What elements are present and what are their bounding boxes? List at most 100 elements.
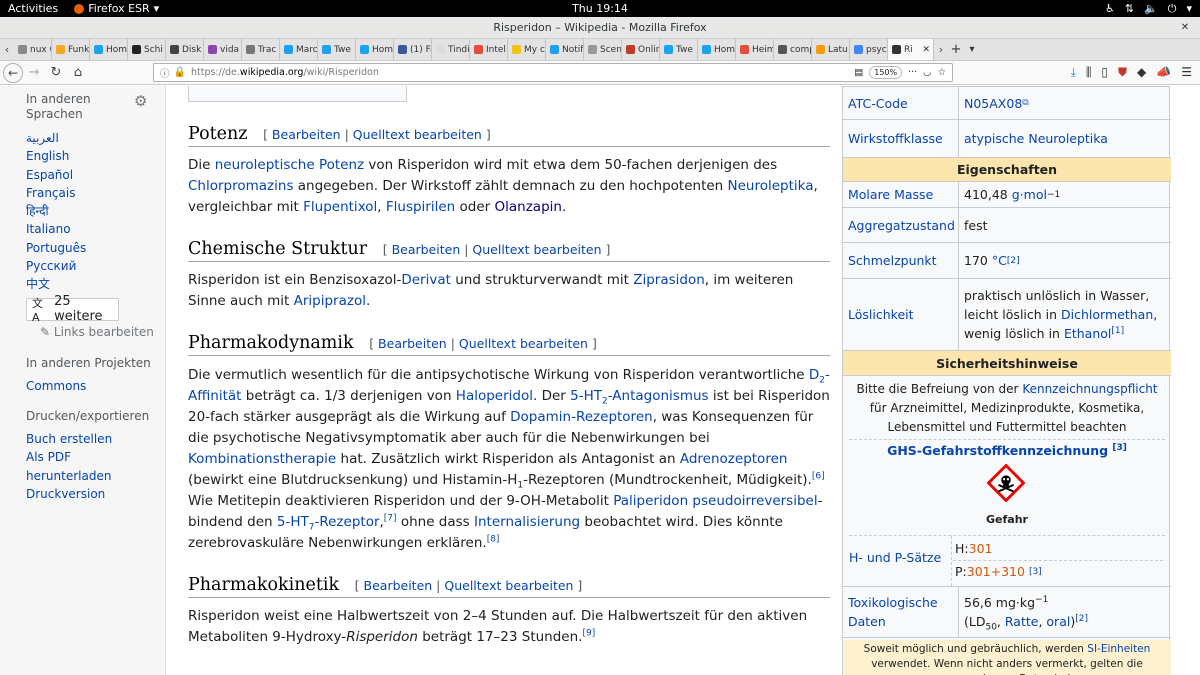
link[interactable]: neuroleptische Potenz bbox=[215, 157, 364, 173]
adblock-icon[interactable]: ⛊ bbox=[1118, 65, 1127, 80]
molar-label-link[interactable]: Molare Masse bbox=[848, 187, 933, 202]
forward-button[interactable]: → bbox=[23, 62, 45, 84]
reference-link[interactable]: [3] bbox=[1112, 443, 1127, 453]
chevron-down-icon[interactable]: ▾ bbox=[1186, 2, 1192, 16]
edit-links-link[interactable]: ✎ Links bearbeiten bbox=[40, 325, 165, 339]
link[interactable]: Dopamin-Rezeptoren bbox=[510, 409, 653, 425]
ghs-title-link[interactable]: GHS-Gefahrstoffkennzeichnung bbox=[887, 443, 1108, 458]
link[interactable]: Ratte bbox=[1005, 614, 1039, 629]
link[interactable]: Dichlormethan bbox=[1061, 307, 1153, 322]
tab-scroll-right-icon[interactable]: › bbox=[934, 39, 948, 60]
link[interactable]: Internalisierung bbox=[474, 514, 580, 530]
link[interactable]: Fluspirilen bbox=[386, 199, 455, 215]
unit-link[interactable]: g·mol bbox=[1012, 185, 1047, 204]
reference-link[interactable]: [3] bbox=[1029, 567, 1042, 577]
link[interactable]: Kennzeichnungspflicht bbox=[1022, 382, 1157, 396]
browser-tab[interactable]: comp bbox=[774, 39, 812, 60]
reference-link[interactable]: [7] bbox=[384, 514, 397, 524]
browser-tab[interactable]: Notif bbox=[546, 39, 584, 60]
more-languages-button[interactable]: 文A 25 weitere bbox=[26, 294, 119, 324]
tab-scroll-left-icon[interactable]: ‹ bbox=[0, 39, 14, 60]
language-item[interactable]: Italiano bbox=[26, 220, 165, 238]
print-item[interactable]: Als PDF herunterladen bbox=[26, 448, 126, 485]
hp-label-link[interactable]: H- und P-Sätze bbox=[849, 550, 941, 565]
print-item[interactable]: Druckversion bbox=[26, 485, 126, 503]
state-label-link[interactable]: Aggregatzustand bbox=[848, 218, 955, 233]
reference-link[interactable]: [2] bbox=[1075, 614, 1088, 624]
link[interactable]: 5-HT2-Antagonismus bbox=[570, 388, 708, 406]
browser-tab[interactable]: Disk bbox=[166, 39, 204, 60]
bookmark-star-icon[interactable]: ☆ bbox=[937, 67, 946, 78]
link[interactable]: Kombinationstherapie bbox=[188, 451, 336, 467]
activities-button[interactable]: Activities bbox=[8, 2, 58, 15]
p-statement-link[interactable]: 301+310 bbox=[967, 564, 1025, 579]
klasse-label-link[interactable]: Wirkstoffklasse bbox=[848, 131, 943, 146]
reference-link[interactable]: [2] bbox=[1007, 256, 1020, 266]
system-tray[interactable]: ♿ ⇅ 🔈 ⏻ ▾ bbox=[1105, 2, 1192, 16]
skull-crossbones-icon[interactable] bbox=[987, 464, 1025, 502]
print-item-link[interactable]: Druckversion bbox=[26, 487, 105, 501]
atc-value-link[interactable]: N05AX08 bbox=[964, 94, 1022, 113]
sol-label-link[interactable]: Löslichkeit bbox=[848, 307, 914, 322]
language-item-link[interactable]: 中文 bbox=[26, 277, 50, 291]
h-statement-link[interactable]: 301 bbox=[969, 541, 993, 556]
list-all-tabs-icon[interactable]: ▾ bbox=[964, 39, 980, 60]
tox-label-link[interactable]: Toxikologische Daten bbox=[848, 593, 958, 631]
language-item[interactable]: العربية bbox=[26, 129, 165, 147]
accessibility-icon[interactable]: ♿ bbox=[1105, 2, 1115, 16]
language-item[interactable]: हिन्दी bbox=[26, 202, 165, 220]
language-item[interactable]: Français bbox=[26, 184, 165, 202]
browser-tab[interactable]: Ri ✕ bbox=[888, 39, 934, 60]
reference-link[interactable]: [8] bbox=[487, 535, 500, 545]
link[interactable]: Olanzapin bbox=[495, 199, 562, 215]
edit-source-link[interactable]: Quelltext bearbeiten bbox=[459, 336, 588, 351]
reference-link[interactable]: [9] bbox=[582, 629, 595, 639]
network-icon[interactable]: ⇅ bbox=[1125, 2, 1134, 16]
browser-tab[interactable]: Twe bbox=[660, 39, 698, 60]
browser-tab[interactable]: Heim bbox=[736, 39, 774, 60]
browser-tab[interactable]: (1) Fa bbox=[394, 39, 432, 60]
pocket-icon[interactable]: ◡ bbox=[923, 67, 931, 78]
browser-tab[interactable]: Hom bbox=[356, 39, 394, 60]
browser-tab[interactable]: Schi bbox=[128, 39, 166, 60]
link[interactable]: Aripiprazol bbox=[294, 293, 366, 309]
reference-link[interactable]: [1] bbox=[1111, 326, 1124, 336]
home-button[interactable]: ⌂ bbox=[67, 62, 89, 84]
browser-tab[interactable]: vida bbox=[204, 39, 242, 60]
link[interactable]: Neuroleptika bbox=[728, 178, 814, 194]
browser-tab[interactable]: Hom bbox=[698, 39, 736, 60]
link[interactable]: Flupentixol bbox=[303, 199, 377, 215]
language-item-link[interactable]: हिन्दी bbox=[26, 204, 49, 218]
menu-icon[interactable]: ☰ bbox=[1181, 65, 1192, 80]
site-info-icon[interactable]: ⓘ bbox=[160, 66, 170, 80]
print-item-link[interactable]: Als PDF herunterladen bbox=[26, 450, 111, 482]
print-item[interactable]: Buch erstellen bbox=[26, 430, 126, 448]
project-item[interactable]: Commons bbox=[26, 377, 165, 395]
browser-tab[interactable]: Hom bbox=[90, 39, 128, 60]
edit-source-link[interactable]: Quelltext bearbeiten bbox=[472, 242, 601, 257]
language-item-link[interactable]: Français bbox=[26, 186, 75, 200]
unit-link[interactable]: °C bbox=[992, 251, 1007, 270]
link[interactable]: Haloperidol bbox=[456, 388, 533, 404]
link[interactable]: Chlorpromazins bbox=[188, 178, 293, 194]
back-button[interactable]: ← bbox=[3, 62, 23, 83]
reload-button[interactable]: ↻ bbox=[45, 62, 67, 84]
link[interactable]: SI-Einheiten bbox=[1087, 643, 1150, 655]
browser-tab[interactable]: Onlin bbox=[622, 39, 660, 60]
language-item[interactable]: English bbox=[26, 147, 165, 165]
link[interactable]: 5-HT7-Rezeptor bbox=[277, 514, 380, 532]
browser-tab[interactable]: Trac bbox=[242, 39, 280, 60]
language-item-link[interactable]: Español bbox=[26, 168, 73, 182]
browser-tab[interactable]: Funk bbox=[52, 39, 90, 60]
browser-tab[interactable]: Tindie B bbox=[432, 39, 470, 60]
link[interactable]: Ziprasidon bbox=[633, 272, 705, 288]
app-menu[interactable]: Firefox ESR ▾ bbox=[74, 2, 159, 15]
language-item[interactable]: 中文 bbox=[26, 275, 165, 293]
reference-link[interactable]: [6] bbox=[812, 472, 825, 482]
power-icon[interactable]: ⏻ bbox=[1168, 2, 1177, 16]
print-item-link[interactable]: Buch erstellen bbox=[26, 432, 112, 446]
new-tab-button[interactable]: + bbox=[948, 39, 964, 60]
language-item-link[interactable]: Italiano bbox=[26, 222, 71, 236]
extension-icon[interactable]: ◆ bbox=[1137, 65, 1146, 80]
link[interactable]: oral bbox=[1046, 614, 1070, 629]
